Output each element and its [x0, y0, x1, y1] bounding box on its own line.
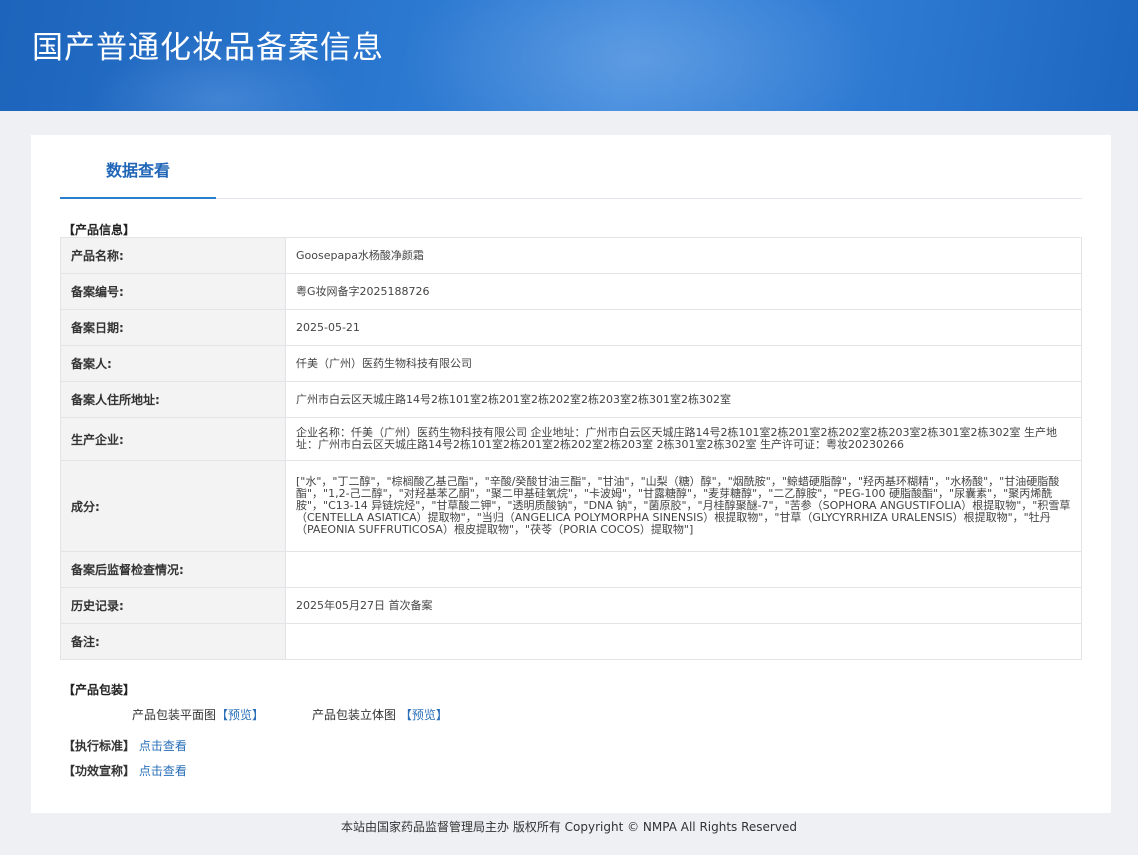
field-label: 历史记录: — [60, 587, 286, 624]
packaging-heading: 【产品包装】 — [63, 683, 136, 697]
history-value: 2025年05月27日 首次备案 — [285, 587, 1082, 624]
table-row: 备案人: 仟美（广州）医药生物科技有限公司 — [60, 345, 1082, 382]
standard-label: 【执行标准】 — [63, 739, 136, 753]
packaging-flat-preview-link[interactable]: 【预览】 — [216, 708, 264, 722]
packaging-flat-label: 产品包装平面图 — [132, 708, 217, 722]
table-row: 历史记录: 2025年05月27日 首次备案 — [60, 587, 1082, 624]
table-row: 产品名称: Goosepapa水杨酸净颜霜 — [60, 237, 1082, 274]
tab-bar: 数据查看 — [60, 135, 1082, 199]
table-row: 备案编号: 粤G妆网备字2025188726 — [60, 273, 1082, 310]
field-label: 备案编号: — [60, 273, 286, 310]
remarks-value — [285, 623, 1082, 660]
packaging-3d: 产品包装立体图 【预览】 — [312, 706, 448, 723]
field-label: 备案人: — [60, 345, 286, 382]
field-label: 备案后监督检查情况: — [60, 551, 286, 588]
efficacy-view-link[interactable]: 点击查看 — [139, 764, 187, 778]
manufacturer-value: 企业名称：仟美（广州）医药生物科技有限公司 企业地址：广州市白云区天城庄路14号… — [285, 417, 1082, 461]
standard-row: 【执行标准】 点击查看 — [63, 737, 187, 754]
registration-date-value: 2025-05-21 — [285, 309, 1082, 346]
ingredients-value: ["水"，"丁二醇"，"棕榈酸乙基己酯"，"辛酸/癸酸甘油三酯"，"甘油"，"山… — [285, 460, 1082, 552]
inspection-value — [285, 551, 1082, 588]
registrant-value: 仟美（广州）医药生物科技有限公司 — [285, 345, 1082, 382]
packaging-flat: 产品包装平面图【预览】 — [132, 706, 264, 723]
table-row: 备案后监督检查情况: — [60, 551, 1082, 588]
field-label: 生产企业: — [60, 417, 286, 461]
table-row: 备注: — [60, 623, 1082, 660]
packaging-3d-preview-link[interactable]: 【预览】 — [400, 708, 448, 722]
efficacy-label: 【功效宣称】 — [63, 764, 136, 778]
content-card: 数据查看 【产品信息】 产品名称: Goosepapa水杨酸净颜霜 备案编号: … — [31, 135, 1111, 813]
header-banner: 国产普通化妆品备案信息 — [0, 0, 1138, 111]
field-label: 备案人住所地址: — [60, 381, 286, 418]
packaging-3d-label: 产品包装立体图 — [312, 708, 397, 722]
field-label: 备案日期: — [60, 309, 286, 346]
product-info-table: 产品名称: Goosepapa水杨酸净颜霜 备案编号: 粤G妆网备字202518… — [60, 237, 1082, 660]
table-row: 备案日期: 2025-05-21 — [60, 309, 1082, 346]
footer-copyright: 本站由国家药品监督管理局主办 版权所有 Copyright © NMPA All… — [341, 820, 797, 834]
page-title: 国产普通化妆品备案信息 — [32, 30, 384, 66]
table-row: 成分: ["水"，"丁二醇"，"棕榈酸乙基己酯"，"辛酸/癸酸甘油三酯"，"甘油… — [60, 460, 1082, 552]
table-row: 生产企业: 企业名称：仟美（广州）医药生物科技有限公司 企业地址：广州市白云区天… — [60, 417, 1082, 461]
table-row: 备案人住所地址: 广州市白云区天城庄路14号2栋101室2栋201室2栋202室… — [60, 381, 1082, 418]
registration-number-value: 粤G妆网备字2025188726 — [285, 273, 1082, 310]
field-label: 成分: — [60, 460, 286, 552]
product-info-heading: 【产品信息】 — [63, 223, 136, 237]
registrant-address-value: 广州市白云区天城庄路14号2栋101室2栋201室2栋202室2栋203室2栋3… — [285, 381, 1082, 418]
standard-view-link[interactable]: 点击查看 — [139, 739, 187, 753]
banner-decoration — [380, 0, 900, 111]
field-label: 备注: — [60, 623, 286, 660]
field-label: 产品名称: — [60, 237, 286, 274]
efficacy-row: 【功效宣称】 点击查看 — [63, 762, 187, 779]
tab-data-view[interactable]: 数据查看 — [60, 135, 216, 199]
product-name-value: Goosepapa水杨酸净颜霜 — [285, 237, 1082, 274]
